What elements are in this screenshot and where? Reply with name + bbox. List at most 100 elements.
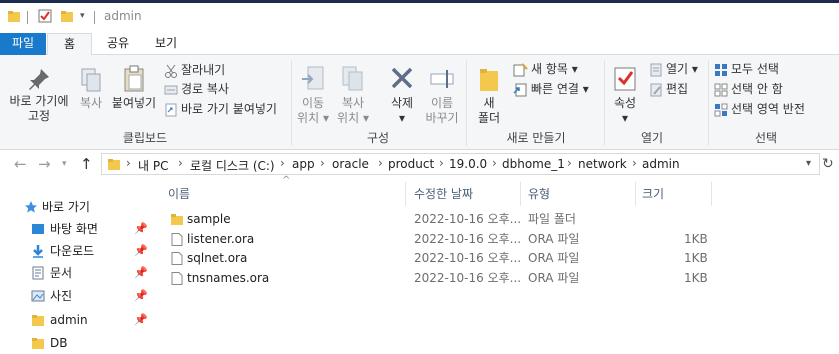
clipboard-group-label: 클립보드 (122, 131, 168, 145)
forward-arrow-icon[interactable]: → (38, 155, 51, 173)
breadcrumb-this-pc[interactable]: 내 PC (138, 157, 168, 174)
file-date: 2022-10-16 오후... (414, 251, 522, 265)
rename-button[interactable]: 이름 바꾸기 (422, 65, 462, 126)
select-none-button[interactable]: 선택 안 함 (714, 80, 783, 98)
move-to-button[interactable]: 이동 위치 ▾ (296, 65, 330, 126)
breadcrumb-oracle[interactable]: oracle (332, 157, 369, 171)
breadcrumb-local-disk[interactable]: 로컬 디스크 (C:) (190, 157, 275, 174)
open-button[interactable]: 열기 ▾ (649, 60, 698, 78)
back-arrow-icon[interactable]: ← (14, 155, 27, 173)
properties-label: 속성 (613, 96, 637, 110)
pin-to-quick-access-button[interactable]: 바로 가기에 고정 (4, 67, 74, 124)
breadcrumb-chevron-icon[interactable]: › (378, 156, 383, 170)
nav-item-label: 바탕 화면 (50, 222, 98, 236)
customize-toolbar-chevron-icon[interactable]: ▾ (80, 11, 85, 21)
nav-item-documents[interactable]: 문서 📌 (0, 262, 158, 284)
new-folder-button[interactable]: 새 폴더 (472, 65, 506, 126)
recent-locations-chevron-icon[interactable]: ▾ (62, 159, 67, 169)
nav-item-db[interactable]: DB (0, 332, 158, 354)
file-icon (171, 233, 183, 246)
tab-share[interactable]: 공유 (96, 33, 140, 55)
folder-icon (32, 338, 44, 349)
tab-home[interactable]: 홈 (47, 33, 92, 56)
copy-button[interactable]: 복사 (76, 67, 106, 111)
easy-access-button[interactable]: 빠른 연결 ▾ (513, 80, 589, 98)
new-group-label: 새로 만들기 (506, 131, 566, 145)
breadcrumb-product[interactable]: product (388, 157, 434, 171)
pin-icon[interactable]: 📌 (134, 285, 148, 307)
breadcrumb-network[interactable]: network (578, 157, 627, 171)
breadcrumb-chevron-icon[interactable]: › (632, 156, 637, 170)
group-separator (708, 60, 709, 146)
paste-button[interactable]: 붙여넣기 (110, 65, 158, 111)
new-folder-icon[interactable] (60, 9, 74, 23)
nav-item-pictures[interactable]: 사진 📌 (0, 285, 158, 307)
select-all-button[interactable]: 모두 선택 (714, 60, 779, 78)
address-bar[interactable]: › 내 PC › 로컬 디스크 (C:) › app › oracle › pr… (101, 153, 820, 175)
column-separator[interactable] (711, 182, 712, 206)
breadcrumb-app[interactable]: app (292, 157, 315, 171)
nav-item-admin[interactable]: admin 📌 (0, 309, 158, 331)
sort-ascending-icon: ^ (282, 175, 291, 186)
cut-button[interactable]: 잘라내기 (164, 61, 225, 79)
file-row[interactable]: sample 2022-10-16 오후... 파일 폴더 (160, 210, 839, 229)
refresh-icon[interactable]: ↻ (822, 156, 834, 172)
nav-item-desktop[interactable]: 바탕 화면 📌 (0, 218, 158, 240)
new-folder-icon (480, 69, 498, 91)
new-item-button[interactable]: 새 항목 ▾ (513, 60, 578, 78)
window-top-border (0, 0, 839, 3)
column-header-size[interactable]: 크기 (642, 182, 664, 206)
star-icon (25, 201, 37, 213)
column-separator[interactable] (405, 182, 406, 206)
up-arrow-icon[interactable]: ↑ (80, 155, 93, 173)
edit-button[interactable]: 편집 (649, 80, 688, 98)
nav-item-label: admin (50, 313, 88, 327)
breadcrumb-version[interactable]: 19.0.0 (449, 157, 487, 171)
paste-shortcut-button[interactable]: 바로 가기 붙여넣기 (164, 100, 277, 118)
delete-button[interactable]: 삭제 ▾ (384, 65, 420, 126)
breadcrumb-chevron-icon[interactable]: › (320, 156, 325, 170)
file-size: 1KB (684, 232, 708, 246)
nav-item-downloads[interactable]: 다운로드 📌 (0, 240, 158, 262)
column-separator[interactable] (520, 182, 521, 206)
open-label: 열기 (666, 62, 689, 76)
column-header-name[interactable]: 이름 (168, 182, 190, 206)
file-icon (171, 272, 183, 285)
breadcrumb-chevron-icon[interactable]: › (178, 156, 183, 170)
nav-item-label: 바로 가기 (42, 200, 90, 214)
breadcrumb-chevron-icon[interactable]: › (126, 156, 131, 170)
pin-icon[interactable]: 📌 (134, 218, 148, 240)
tab-file[interactable]: 파일 (0, 33, 46, 55)
copy-path-icon (164, 85, 178, 94)
breadcrumb-dbhome[interactable]: dbhome_1 (502, 157, 565, 171)
copy-path-button[interactable]: 경로 복사 (164, 80, 229, 98)
file-row[interactable]: sqlnet.ora 2022-10-16 오후... ORA 파일 1KB (160, 249, 839, 268)
file-date: 2022-10-16 오후... (414, 271, 522, 285)
folder-icon (108, 159, 120, 170)
breadcrumb-chevron-icon[interactable]: › (280, 156, 285, 170)
column-header-type[interactable]: 유형 (528, 182, 550, 206)
column-separator[interactable] (635, 182, 636, 206)
group-separator (604, 60, 605, 146)
address-dropdown-chevron-icon[interactable]: ▾ (806, 158, 811, 169)
nav-item-quick-access[interactable]: 바로 가기 (0, 196, 158, 218)
breadcrumb-chevron-icon[interactable]: › (439, 156, 444, 170)
breadcrumb-admin[interactable]: admin (642, 157, 680, 171)
pin-icon[interactable]: 📌 (134, 240, 148, 262)
copy-to-label-1: 복사 (341, 96, 365, 110)
pin-icon[interactable]: 📌 (134, 262, 148, 284)
invert-selection-button[interactable]: 선택 영역 반전 (714, 100, 805, 118)
file-row[interactable]: listener.ora 2022-10-16 오후... ORA 파일 1KB (160, 230, 839, 249)
properties-icon[interactable] (38, 9, 52, 23)
folder-icon (32, 315, 44, 326)
column-header-date[interactable]: 수정한 날짜 (414, 182, 473, 206)
breadcrumb-chevron-icon[interactable]: › (567, 156, 572, 170)
properties-button[interactable]: 속성 ▾ (608, 65, 642, 126)
copy-to-button[interactable]: 복사 위치 ▾ (336, 65, 370, 126)
folder-icon (171, 214, 183, 225)
file-row[interactable]: tnsnames.ora 2022-10-16 오후... ORA 파일 1KB (160, 269, 839, 288)
file-list: ^ 이름 수정한 날짜 유형 크기 sample 2022-10-16 오후..… (160, 175, 839, 354)
breadcrumb-chevron-icon[interactable]: › (492, 156, 497, 170)
tab-view[interactable]: 보기 (144, 33, 188, 55)
pin-icon[interactable]: 📌 (134, 309, 148, 331)
